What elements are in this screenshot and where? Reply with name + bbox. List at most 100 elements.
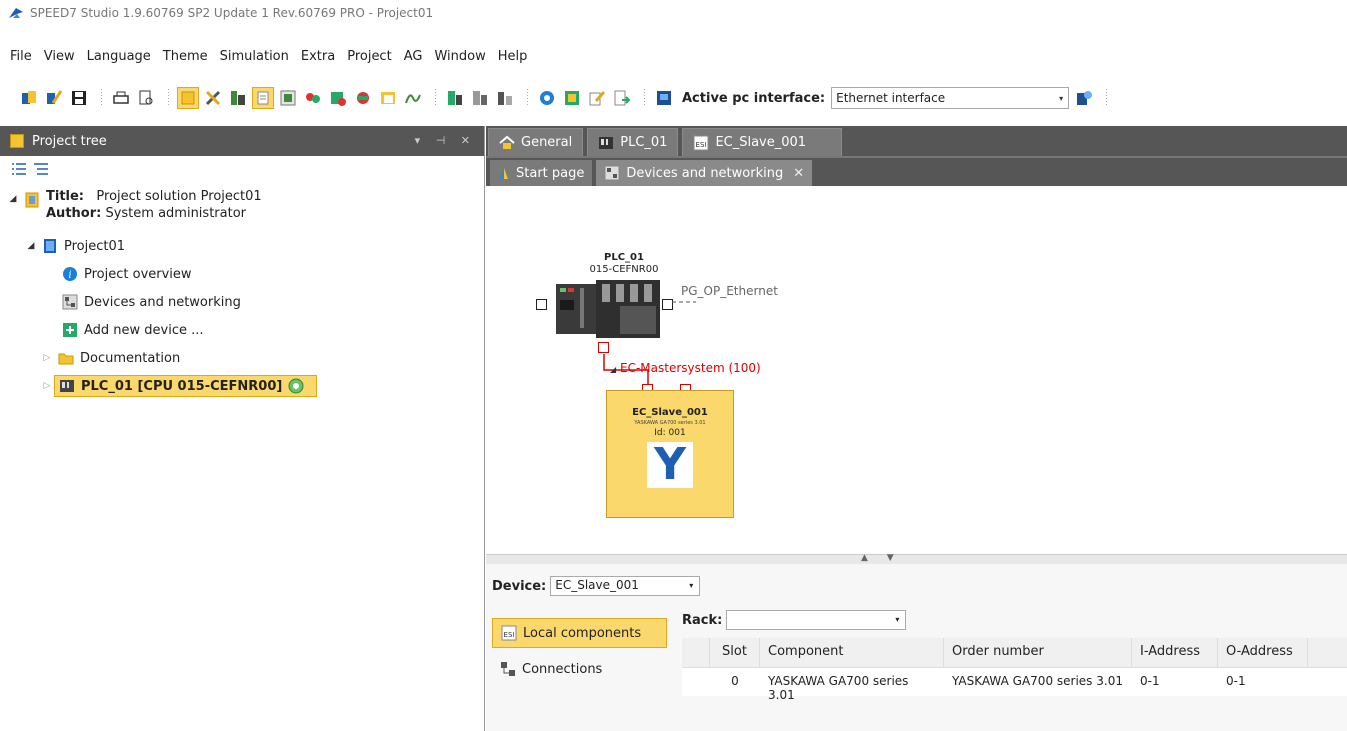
expand-arrow-icon[interactable]: ◢ xyxy=(24,241,38,251)
ethercat-master-port[interactable] xyxy=(598,342,609,353)
table-row[interactable]: 0 YASKAWA GA700 series 3.01 YASKAWA GA70… xyxy=(682,668,1347,702)
view-selector: ESI Local components Connections xyxy=(492,618,667,690)
documentation-icon[interactable] xyxy=(377,87,399,109)
start-page-icon xyxy=(498,165,510,181)
menu-window[interactable]: Window xyxy=(428,49,491,64)
tree-item-add-device[interactable]: Add new device ... xyxy=(6,316,484,344)
rack-select[interactable]: ▾ xyxy=(726,610,907,630)
tab-general[interactable]: General xyxy=(488,128,584,156)
expand-arrow-icon[interactable]: ◢ xyxy=(6,194,20,204)
menu-simulation[interactable]: Simulation xyxy=(214,49,295,64)
expand-all-icon[interactable] xyxy=(10,161,28,181)
close-project-icon[interactable] xyxy=(43,87,65,109)
plc-device-model: 015-CEFNR00 xyxy=(589,264,659,275)
load-to-device-icon[interactable] xyxy=(444,87,466,109)
project-tree-toggle-icon[interactable] xyxy=(177,87,199,109)
tree-item-plc[interactable]: ▷ PLC_01 [CPU 015-CEFNR00] xyxy=(6,372,484,400)
connections-button[interactable]: Connections xyxy=(492,654,667,684)
pc-interface-value: Ethernet interface xyxy=(836,91,946,105)
menu-language[interactable]: Language xyxy=(81,49,157,64)
menu-ag[interactable]: AG xyxy=(398,49,429,64)
tab-devices-networking-label: Devices and networking xyxy=(626,165,784,181)
save-icon[interactable] xyxy=(68,87,90,109)
header-slot[interactable]: Slot xyxy=(710,638,760,667)
cell-i-address: 0-1 xyxy=(1140,674,1160,688)
tab-ec-slave[interactable]: ESI EC_Slave_001 xyxy=(682,128,843,156)
open-project-icon[interactable] xyxy=(18,87,40,109)
plc-icon xyxy=(59,378,75,394)
tab-general-label: General xyxy=(521,135,573,150)
menu-project[interactable]: Project xyxy=(341,49,397,64)
network-icon[interactable] xyxy=(302,87,324,109)
plc-icon xyxy=(598,135,614,151)
tab-start-page[interactable]: Start page xyxy=(490,160,593,186)
panel-controls[interactable]: ▾ ⊣ ✕ xyxy=(415,134,476,147)
overview-label: Project overview xyxy=(84,266,192,282)
diagnostics-icon[interactable] xyxy=(327,87,349,109)
device-selector-row: Device: EC_Slave_001 ▾ xyxy=(492,576,701,596)
plc-label: PLC_01 [CPU 015-CEFNR00] xyxy=(81,378,283,394)
tree-item-overview[interactable]: i Project overview xyxy=(6,260,484,288)
devices-label: Devices and networking xyxy=(84,294,241,310)
splitter-arrows-icon[interactable]: ▲ ▼ xyxy=(861,553,902,563)
compare-icon[interactable] xyxy=(494,87,516,109)
author-value: System administrator xyxy=(105,206,246,221)
device-select[interactable]: EC_Slave_001 ▾ xyxy=(550,576,701,596)
close-icon[interactable]: ✕ xyxy=(793,166,804,181)
menu-help[interactable]: Help xyxy=(492,49,534,64)
header-o-address[interactable]: O-Address xyxy=(1218,638,1308,667)
header-order-number[interactable]: Order number xyxy=(944,638,1132,667)
plc-left-port[interactable] xyxy=(536,299,547,310)
ec-slave-device[interactable]: EC_Slave_001 YASKAWA GA700 series 3.01 I… xyxy=(606,390,734,518)
local-components-button[interactable]: ESI Local components xyxy=(492,618,667,648)
collapse-all-icon[interactable] xyxy=(32,161,50,181)
collapsed-arrow-icon[interactable]: ▷ xyxy=(40,353,54,363)
collapsed-arrow-icon[interactable]: ▷ xyxy=(40,381,54,391)
ethernet-network-label[interactable]: PG_OP_Ethernet xyxy=(681,284,778,298)
cell-order-number: YASKAWA GA700 series 3.01 xyxy=(952,674,1123,688)
author-label: Author: xyxy=(46,206,102,221)
device-config-icon[interactable] xyxy=(352,87,374,109)
plc-selected-item[interactable]: PLC_01 [CPU 015-CEFNR00] xyxy=(54,375,318,397)
tree-item-solution[interactable]: ◢ Title: Project solution Project01 Auth… xyxy=(6,186,484,232)
menu-view[interactable]: View xyxy=(38,49,81,64)
edit-icon[interactable] xyxy=(586,87,608,109)
mastersystem-text: EC-Mastersystem (100) xyxy=(619,361,761,375)
tree-item-documentation[interactable]: ▷ Documentation xyxy=(6,344,484,372)
connections-label: Connections xyxy=(522,661,603,677)
print-preview-icon[interactable] xyxy=(135,87,157,109)
project-tree-header: Project tree ▾ ⊣ ✕ xyxy=(0,126,484,156)
tab-devices-networking[interactable]: Devices and networking ✕ xyxy=(596,160,813,186)
cell-slot: 0 xyxy=(731,674,739,688)
load-from-device-icon[interactable] xyxy=(469,87,491,109)
project-tree-title: Project tree xyxy=(32,133,107,149)
tools-icon[interactable] xyxy=(202,87,224,109)
export-icon[interactable] xyxy=(611,87,633,109)
print-icon[interactable] xyxy=(110,87,132,109)
panel-splitter[interactable]: ▲ ▼ xyxy=(486,553,1347,564)
svg-text:ESI: ESI xyxy=(504,631,515,639)
title-value: Project solution Project01 xyxy=(96,189,262,204)
network-canvas[interactable]: PLC_01 015-CEFNR00 PG_OP_Ethernet ◢ EC-M… xyxy=(486,186,1347,554)
compile-icon[interactable] xyxy=(227,87,249,109)
properties-icon[interactable] xyxy=(252,87,274,109)
toolbar: Active pc interface: Ethernet interface … xyxy=(0,78,1347,118)
module-icon[interactable] xyxy=(561,87,583,109)
header-i-address[interactable]: I-Address xyxy=(1132,638,1218,667)
slave-model: YASKAWA GA700 series 3.01 xyxy=(634,420,706,426)
menu-file[interactable]: File xyxy=(4,49,38,64)
pc-interface-select[interactable]: Ethernet interface ▾ xyxy=(831,87,1070,109)
menu-theme[interactable]: Theme xyxy=(157,49,214,64)
catalog-icon[interactable] xyxy=(277,87,299,109)
menu-extra[interactable]: Extra xyxy=(295,49,341,64)
expand-arrow-icon[interactable]: ◢ xyxy=(610,365,616,374)
plc-device-image[interactable] xyxy=(556,280,660,338)
tree-item-devices[interactable]: Devices and networking xyxy=(6,288,484,316)
header-component[interactable]: Component xyxy=(760,638,944,667)
tree-item-project[interactable]: ◢ Project01 xyxy=(6,232,484,260)
mastersystem-label[interactable]: ◢ EC-Mastersystem (100) xyxy=(610,361,761,375)
online-icon[interactable] xyxy=(536,87,558,109)
tab-plc01[interactable]: PLC_01 xyxy=(587,128,679,156)
monitor-icon[interactable] xyxy=(402,87,424,109)
interface-settings-icon[interactable] xyxy=(1073,87,1095,109)
